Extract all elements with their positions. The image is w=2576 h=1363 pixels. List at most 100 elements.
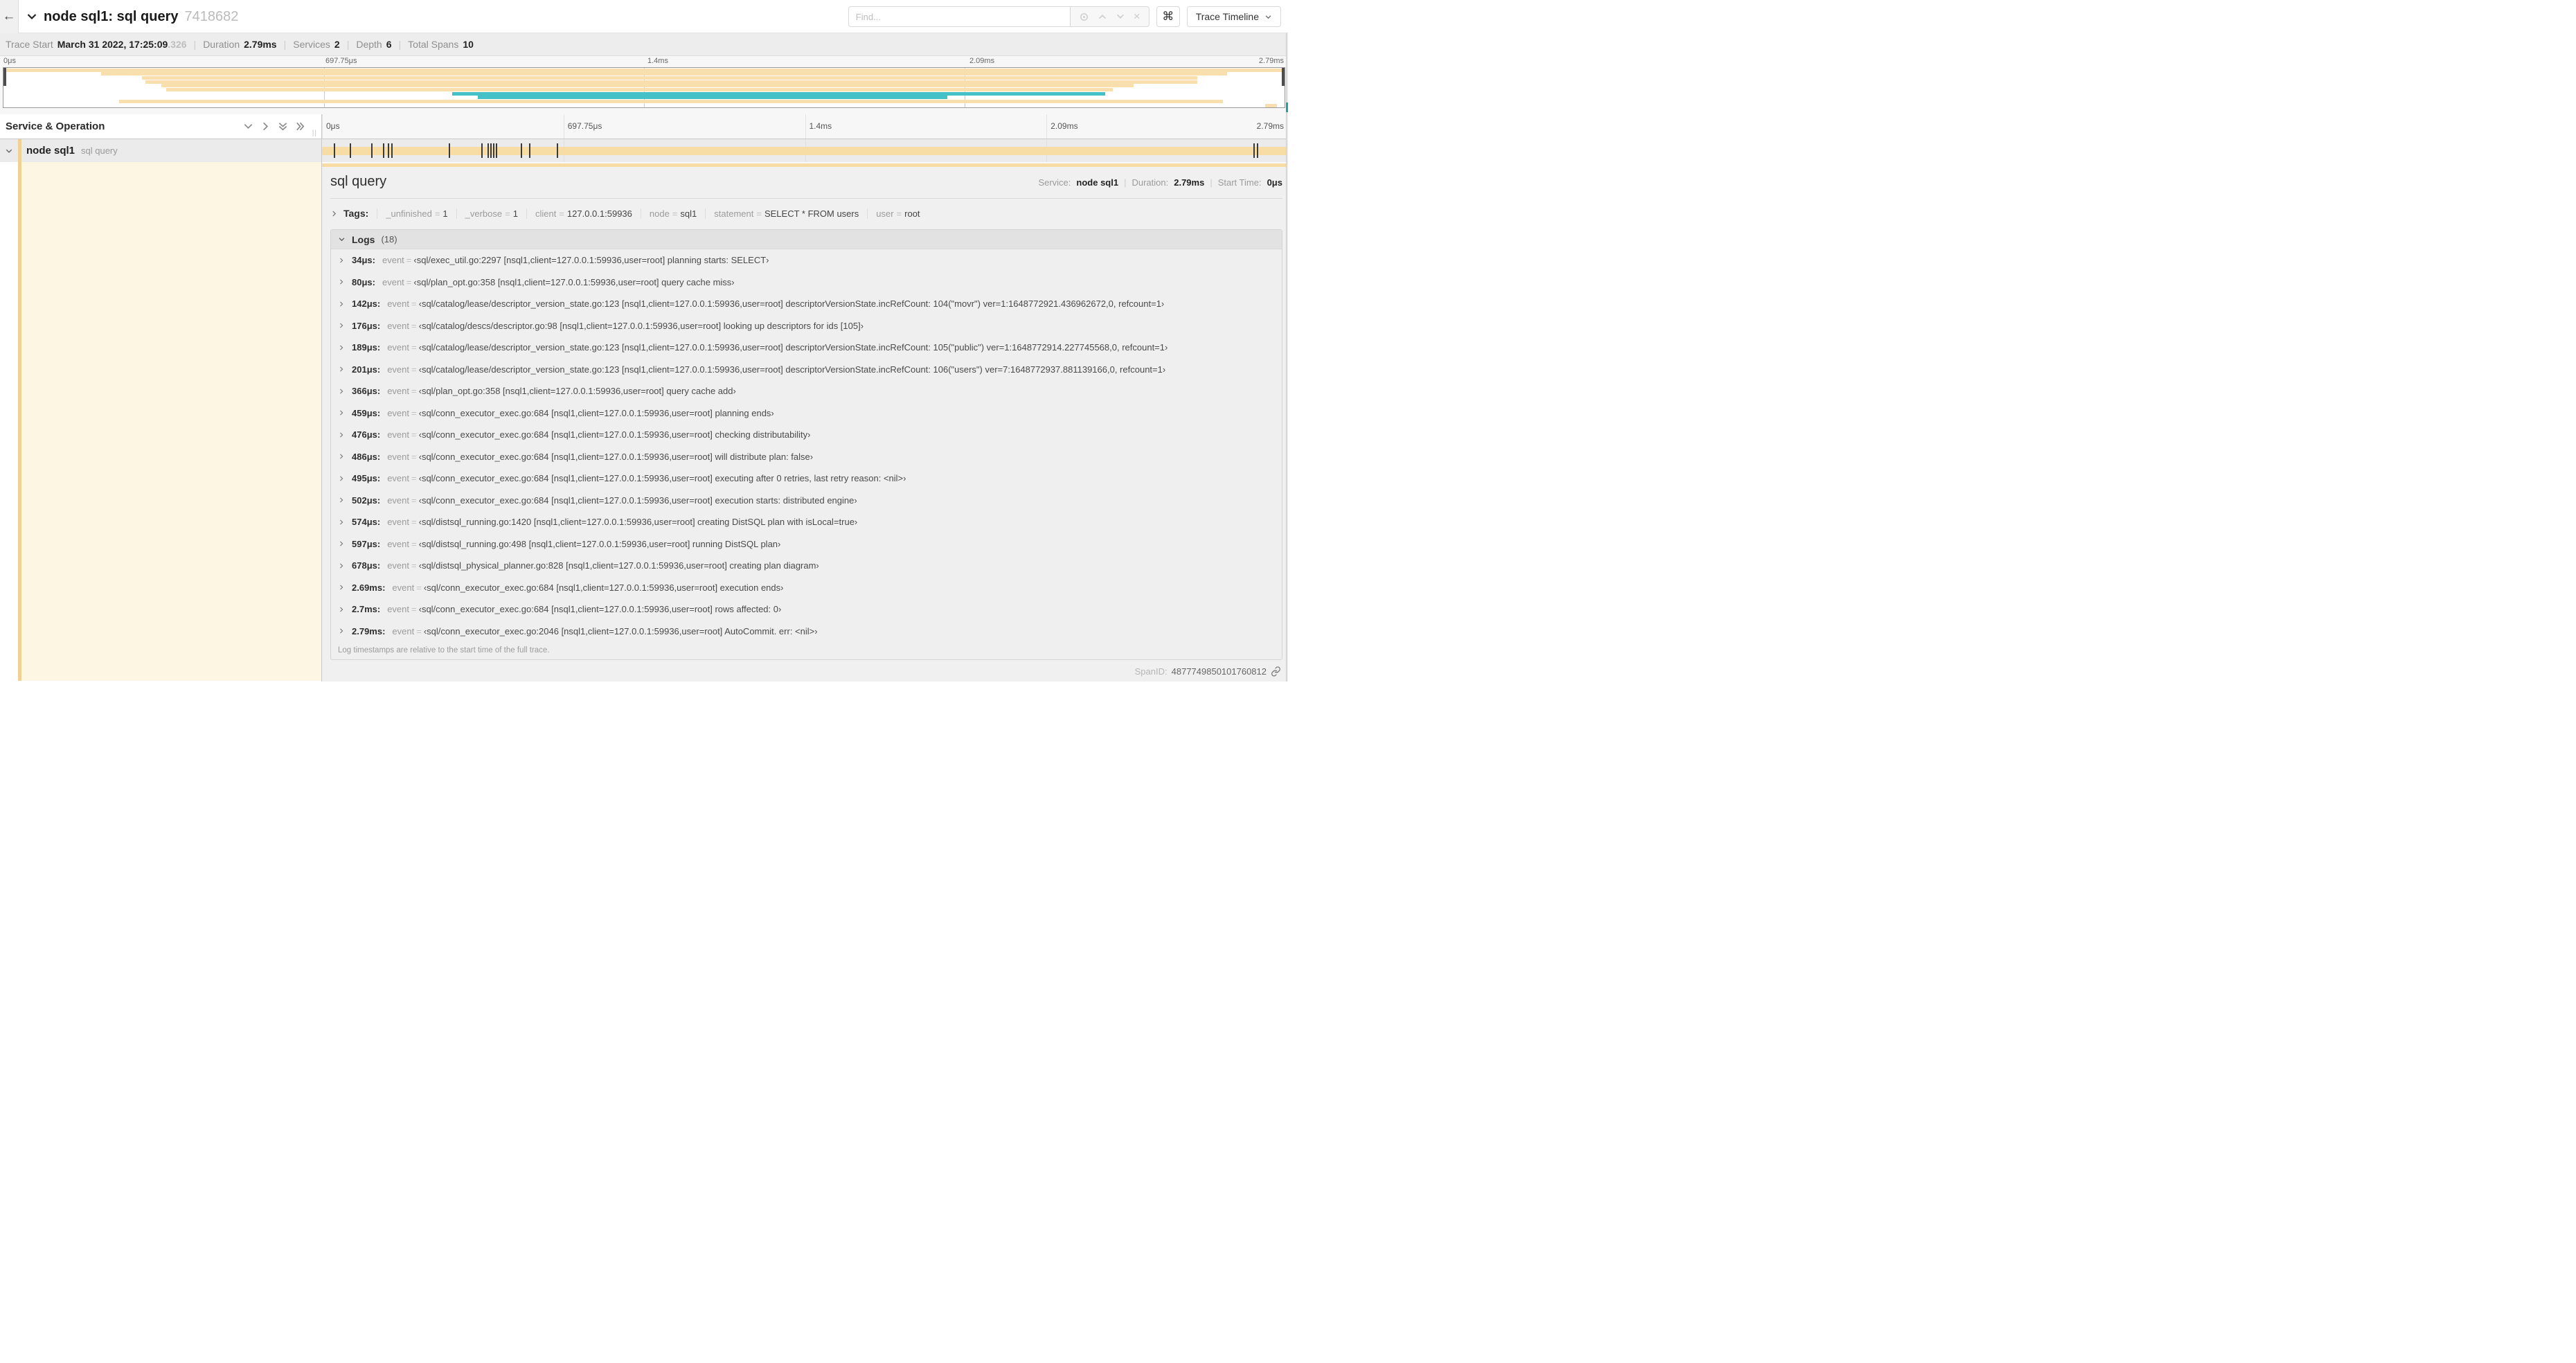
- chevron-right-icon[interactable]: [338, 606, 345, 613]
- trace-id: 7418682: [184, 8, 239, 24]
- chevron-right-icon[interactable]: [338, 388, 345, 395]
- chevron-right-icon[interactable]: [338, 584, 345, 591]
- chevron-right-icon[interactable]: [338, 453, 345, 460]
- find-prev-icon[interactable]: [1098, 12, 1107, 21]
- span-row[interactable]: node sql1 sql query: [0, 139, 1288, 162]
- log-entry[interactable]: 34μs: event = ‹sql/exec_util.go:2297 [nsql1…: [331, 249, 1282, 271]
- minimap-span: [118, 100, 1224, 104]
- log-entry[interactable]: 597μs: event = ‹sql/distsql_running.go:498 …: [331, 533, 1282, 555]
- log-entry[interactable]: 80μs: event = ‹sql/plan_opt.go:358 [nsql1,c…: [331, 271, 1282, 294]
- find-clear-icon[interactable]: ×: [1134, 10, 1141, 24]
- log-entry[interactable]: 201μs: event = ‹sql/catalog/lease/descripto…: [331, 359, 1282, 381]
- timeline-tick-label: 1.4ms: [805, 114, 832, 139]
- collapse-one-icon[interactable]: [243, 121, 253, 132]
- tags-toggle[interactable]: Tags:: [330, 208, 368, 219]
- separator: |: [1124, 177, 1127, 188]
- expand-all-icon[interactable]: [295, 121, 305, 132]
- timeline-minimap[interactable]: 0μs 697.75μs 1.4ms 2.09ms 2.79ms: [0, 56, 1288, 114]
- minimap-left-scrubber[interactable]: [3, 68, 6, 86]
- log-entry[interactable]: 189μs: event = ‹sql/catalog/lease/descripto…: [331, 337, 1282, 359]
- chevron-right-icon[interactable]: [338, 519, 345, 526]
- log-entry[interactable]: 495μs: event = ‹sql/conn_executor_exec.go:6…: [331, 467, 1282, 490]
- chevron-right-icon[interactable]: [338, 627, 345, 634]
- logs-footer-note: Log timestamps are relative to the start…: [338, 646, 550, 654]
- chevron-right-icon[interactable]: [338, 344, 345, 351]
- log-entry[interactable]: 502μs: event = ‹sql/conn_executor_exec.go:6…: [331, 490, 1282, 512]
- back-button[interactable]: ←: [0, 0, 19, 33]
- log-timestamp: 2.7ms:: [352, 604, 381, 615]
- log-message: ‹sql/conn_executor_exec.go:684 [nsql1,cl…: [418, 429, 811, 440]
- trace-collapse-chevron-icon[interactable]: [26, 11, 37, 22]
- column-resize-grip[interactable]: ||: [312, 130, 317, 137]
- log-entry[interactable]: 366μs: event = ‹sql/plan_opt.go:358 [nsql1,…: [331, 380, 1282, 402]
- span-duration-bar[interactable]: [322, 147, 1288, 155]
- chevron-right-icon[interactable]: [338, 322, 345, 329]
- tag-key: statement: [714, 208, 754, 219]
- span-detail-panel: sql query Service: node sql1 | Duration: 2.7…: [322, 167, 1288, 682]
- minimap-canvas[interactable]: [3, 67, 1285, 108]
- separator: |: [283, 39, 287, 50]
- log-marker-tick: [521, 143, 523, 158]
- log-marker-tick: [1257, 143, 1259, 158]
- span-bar-track[interactable]: [322, 139, 1288, 162]
- log-field-key: event: [387, 320, 410, 331]
- chevron-right-icon[interactable]: [338, 562, 345, 569]
- chevron-right-icon[interactable]: [338, 497, 345, 504]
- chevron-right-icon[interactable]: [338, 540, 345, 547]
- chevron-right-icon[interactable]: [338, 475, 345, 482]
- log-marker-tick: [371, 143, 373, 158]
- meta-label: Trace Start: [6, 39, 53, 50]
- chevron-right-icon[interactable]: [338, 301, 345, 308]
- equals-sign: =: [411, 407, 417, 418]
- minimap-tick-label: 697.75μs: [325, 57, 357, 65]
- locate-icon[interactable]: [1079, 12, 1089, 22]
- equals-sign: =: [896, 208, 902, 219]
- log-entry[interactable]: 176μs: event = ‹sql/catalog/descs/descripto…: [331, 315, 1282, 337]
- meta-label: Depth: [356, 39, 382, 50]
- minimap-right-scrubber[interactable]: [1282, 68, 1285, 86]
- log-entry[interactable]: 2.7ms: event = ‹sql/conn_executor_exec.go:6…: [331, 598, 1282, 621]
- log-field-key: event: [387, 407, 410, 418]
- log-message: ‹sql/conn_executor_exec.go:2046 [nsql1,c…: [423, 625, 818, 636]
- log-field-key: event: [382, 276, 404, 287]
- chevron-right-icon[interactable]: [338, 409, 345, 416]
- chevron-right-icon[interactable]: [338, 278, 345, 285]
- separator: |: [398, 39, 402, 50]
- find-next-icon[interactable]: [1116, 12, 1125, 21]
- chevron-right-icon[interactable]: [338, 431, 345, 438]
- log-marker-tick: [496, 143, 498, 158]
- log-timestamp: 495μs:: [352, 473, 381, 484]
- expand-one-icon[interactable]: [260, 121, 271, 132]
- trace-view-select[interactable]: Trace Timeline: [1186, 6, 1281, 27]
- log-entry[interactable]: 2.79ms: event = ‹sql/conn_executor_exec.go:…: [331, 621, 1282, 643]
- log-entry[interactable]: 142μs: event = ‹sql/catalog/lease/descripto…: [331, 293, 1282, 315]
- detail-left-highlight: [21, 162, 321, 681]
- find-input[interactable]: [848, 6, 1070, 27]
- equals-sign: =: [406, 276, 412, 287]
- deep-link-icon[interactable]: [1271, 666, 1281, 677]
- log-entry[interactable]: 2.69ms: event = ‹sql/conn_executor_exec.go:…: [331, 577, 1282, 599]
- log-entry[interactable]: 574μs: event = ‹sql/distsql_running.go:1420…: [331, 511, 1282, 533]
- log-entry[interactable]: 476μs: event = ‹sql/conn_executor_exec.go:6…: [331, 424, 1282, 446]
- tag-item: user = root: [867, 208, 920, 219]
- log-entry[interactable]: 459μs: event = ‹sql/conn_executor_exec.go:6…: [331, 402, 1282, 425]
- log-entry[interactable]: 678μs: event = ‹sql/distsql_physical_planne…: [331, 555, 1282, 577]
- logs-toggle[interactable]: Logs (18): [331, 230, 1282, 249]
- log-entry[interactable]: 486μs: event = ‹sql/conn_executor_exec.go:6…: [331, 446, 1282, 468]
- log-field-key: event: [387, 451, 410, 462]
- log-timestamp: 476μs:: [352, 429, 381, 440]
- page-title: node sql1: sql query: [44, 8, 179, 24]
- meta-item: Duration 2.79ms: [203, 39, 276, 50]
- equals-sign: =: [406, 255, 412, 266]
- equals-sign: =: [559, 208, 564, 219]
- detail-left-column: [0, 162, 322, 682]
- equals-sign: =: [411, 320, 417, 331]
- chevron-right-icon[interactable]: [338, 366, 345, 373]
- collapse-all-icon[interactable]: [278, 121, 288, 132]
- log-marker-tick: [391, 143, 393, 158]
- tag-item: _verbose = 1: [456, 208, 518, 219]
- log-marker-tick: [1253, 143, 1255, 158]
- keyboard-shortcuts-button[interactable]: ⌘: [1156, 6, 1180, 27]
- chevron-right-icon[interactable]: [338, 257, 345, 264]
- span-collapse-chevron-icon[interactable]: [0, 147, 18, 155]
